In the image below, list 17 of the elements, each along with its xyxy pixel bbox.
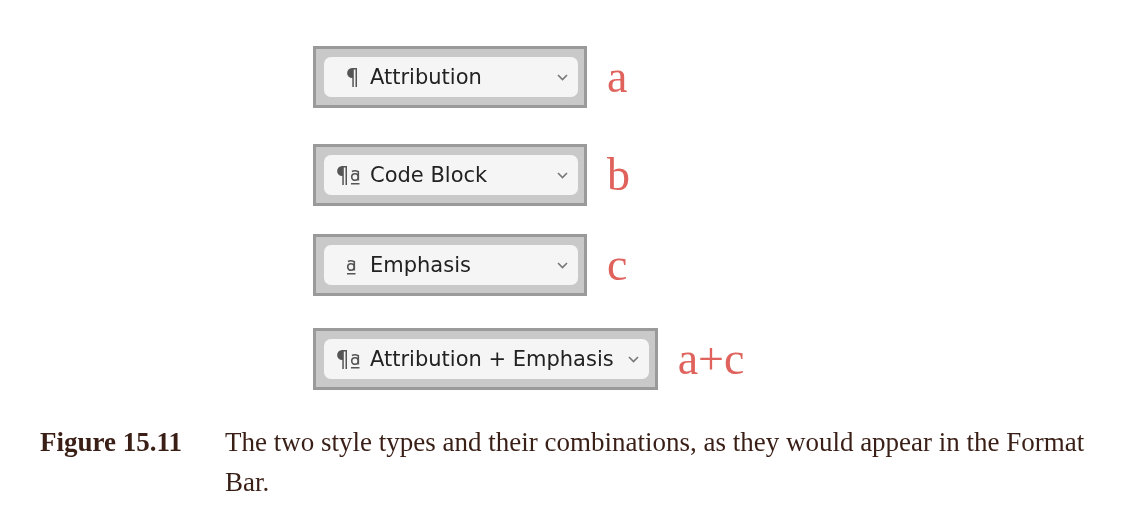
caret-icon <box>557 171 568 179</box>
figure-caption: The two style types and their combinations, as they would appear in the Format Bar. <box>225 426 1086 499</box>
style-dropdown[interactable]: Code Block <box>324 155 578 195</box>
figure-number: Figure 15.11 <box>40 426 183 459</box>
variant-letter: b <box>607 152 630 198</box>
pilcrow-icon <box>336 164 348 186</box>
pilcrow-icon <box>336 348 348 370</box>
style-dropdown[interactable]: Emphasis <box>324 245 578 285</box>
caret-icon <box>627 355 639 363</box>
pilcrow-icon <box>346 66 358 88</box>
variant-letter: a <box>607 54 628 100</box>
variant-letter: c <box>607 242 628 288</box>
caret-icon <box>557 261 568 269</box>
style-dropdown[interactable]: Attribution <box>324 57 578 97</box>
style-dropdown[interactable]: Attribution + Emphasis <box>324 339 649 379</box>
caret-icon <box>557 73 568 81</box>
variant-letter: a+c <box>677 336 745 382</box>
